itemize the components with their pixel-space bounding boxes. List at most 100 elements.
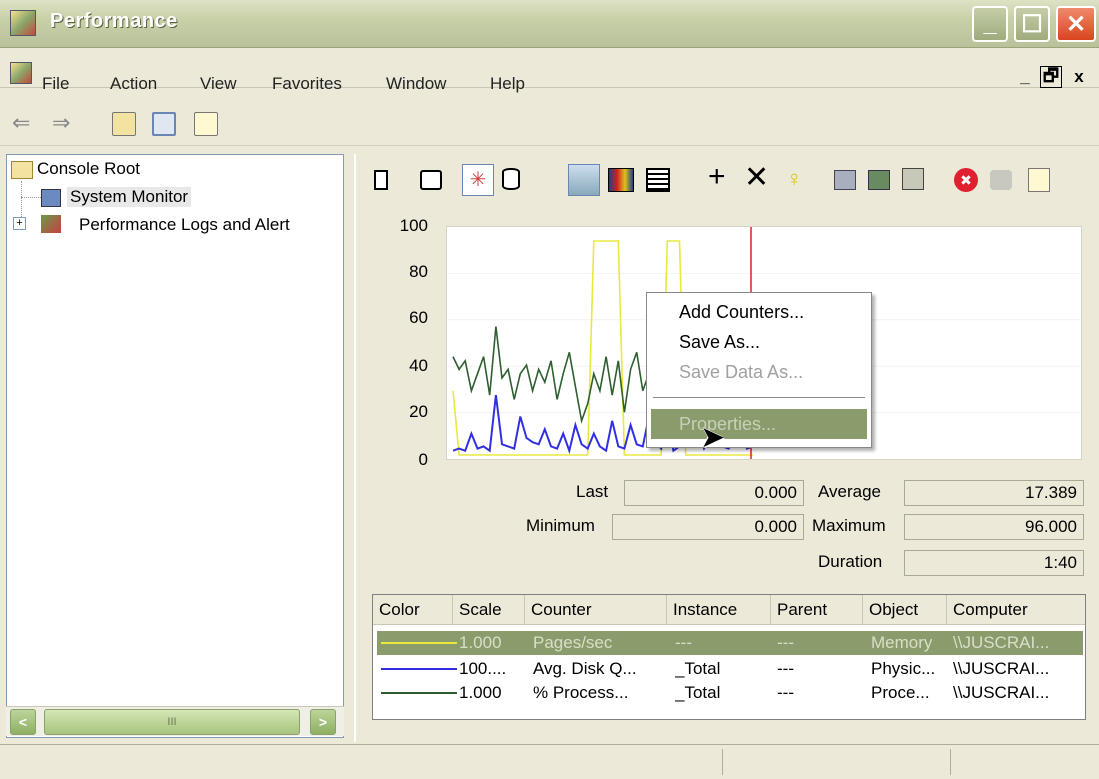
legend-object: Physic...: [871, 659, 936, 678]
freeze-display-icon[interactable]: ✖: [954, 168, 978, 192]
color-swatch: [381, 642, 457, 644]
legend-counter: Avg. Disk Q...: [533, 659, 637, 678]
forward-arrow-icon[interactable]: ⇒: [52, 110, 70, 136]
legend-row[interactable]: 1.000 % Process... _Total --- Proce... \…: [377, 681, 1083, 705]
tree-horizontal-scrollbar[interactable]: < III >: [6, 706, 344, 736]
highlight-icon[interactable]: ♀: [786, 166, 803, 192]
back-arrow-icon[interactable]: ⇐: [12, 110, 30, 136]
help-icon[interactable]: [1028, 168, 1050, 192]
legend-scale: 1.000: [459, 633, 502, 652]
new-counter-set-icon[interactable]: [374, 170, 388, 190]
mdi-minimize-button[interactable]: _: [1014, 66, 1036, 88]
menu-file[interactable]: File: [42, 74, 69, 94]
legend-header-parent[interactable]: Parent: [771, 595, 863, 625]
mdi-close-button[interactable]: x: [1068, 66, 1090, 88]
performance-app-icon[interactable]: [10, 10, 36, 36]
maximize-button[interactable]: ☐: [1014, 6, 1050, 42]
legend-header-color[interactable]: Color: [373, 595, 453, 625]
update-data-icon[interactable]: [990, 170, 1012, 190]
clear-display-icon[interactable]: [420, 170, 442, 190]
close-icon: ✕: [1065, 10, 1087, 38]
menu-properties[interactable]: Properties...: [651, 409, 867, 439]
tree-system-monitor[interactable]: System Monitor: [67, 187, 192, 207]
legend-header-computer[interactable]: Computer: [947, 595, 1085, 625]
legend-parent: ---: [777, 659, 794, 678]
average-label: Average: [818, 482, 882, 501]
menu-save-as[interactable]: Save As...: [651, 327, 867, 357]
menu-bar: [0, 48, 1099, 88]
legend-row[interactable]: 1.000 Pages/sec --- --- Memory \\JUSCRAI…: [377, 631, 1083, 655]
minimum-label: Minimum: [526, 516, 595, 535]
scroll-left-icon[interactable]: <: [10, 709, 36, 735]
view-histogram-icon[interactable]: [608, 168, 634, 192]
view-report-icon[interactable]: [646, 168, 670, 192]
maximize-icon: ☐: [1021, 10, 1043, 38]
duration-label: Duration: [818, 552, 883, 571]
window-title: Performance: [50, 10, 178, 32]
show-hide-tree-icon[interactable]: [152, 112, 176, 136]
tree-performance-logs[interactable]: Performance Logs and Alert: [79, 215, 290, 235]
legend-header-counter[interactable]: Counter: [525, 595, 667, 625]
mdi-restore-button[interactable]: 🗗: [1040, 66, 1062, 88]
menu-separator: [653, 397, 865, 398]
minimum-value: 0.000: [612, 514, 804, 540]
menu-view[interactable]: View: [200, 74, 237, 94]
performance-logs-icon: [41, 215, 61, 233]
properties-icon[interactable]: [902, 168, 924, 190]
legend-computer: \\JUSCRAI...: [953, 659, 1050, 678]
minimize-button[interactable]: _: [972, 6, 1008, 42]
status-bar: [0, 744, 1099, 779]
help-icon[interactable]: [194, 112, 218, 136]
legend-counter: Pages/sec: [533, 633, 613, 652]
last-value: 0.000: [624, 480, 804, 506]
console-tree: Console Root System Monitor + Performanc…: [6, 154, 344, 738]
y-tick-label: 0: [418, 450, 428, 469]
menu-action[interactable]: Action: [110, 74, 157, 94]
view-log-data-icon[interactable]: [502, 168, 520, 190]
add-icon[interactable]: +: [708, 160, 726, 194]
view-graph-icon[interactable]: [568, 164, 600, 196]
color-swatch: [381, 668, 457, 670]
folder-icon: [11, 161, 33, 179]
tree-console-root[interactable]: Console Root: [37, 159, 140, 179]
menu-window[interactable]: Window: [386, 74, 446, 94]
legend-scale: 1.000: [459, 683, 502, 702]
average-value: 17.389: [904, 480, 1084, 506]
legend-header-object[interactable]: Object: [863, 595, 947, 625]
y-tick-label: 80: [409, 262, 428, 281]
y-tick-label: 60: [409, 308, 428, 327]
view-current-activity-icon[interactable]: ✳: [462, 164, 494, 196]
menu-add-counters[interactable]: Add Counters...: [651, 297, 867, 327]
y-tick-label: 40: [409, 356, 428, 375]
tree-line: [21, 197, 41, 198]
menu-save-data-as[interactable]: Save Data As...: [651, 357, 867, 387]
menu-help[interactable]: Help: [490, 74, 525, 94]
legend-computer: \\JUSCRAI...: [953, 683, 1050, 702]
expand-plus-icon[interactable]: +: [13, 217, 26, 230]
y-tick-label: 20: [409, 402, 428, 421]
title-bar: Performance _ ☐ ✕: [0, 0, 1099, 48]
context-menu: Add Counters... Save As... Save Data As.…: [646, 292, 872, 448]
mouse-cursor-icon: ➤: [700, 421, 726, 454]
menu-favorites[interactable]: Favorites: [272, 74, 342, 94]
legend-header-scale[interactable]: Scale: [453, 595, 525, 625]
legend-computer: \\JUSCRAI...: [953, 633, 1050, 652]
up-folder-icon[interactable]: [112, 112, 136, 136]
console-icon[interactable]: [10, 62, 32, 84]
legend-object: Memory: [871, 633, 933, 652]
delete-icon[interactable]: ✕: [744, 160, 769, 195]
scrollbar-thumb[interactable]: III: [44, 709, 300, 735]
minimize-icon: _: [983, 10, 997, 37]
status-divider: [722, 749, 723, 775]
counter-legend: Color Scale Counter Instance Parent Obje…: [372, 594, 1086, 720]
system-monitor-icon: [41, 189, 61, 207]
status-divider: [950, 749, 951, 775]
close-button[interactable]: ✕: [1056, 6, 1096, 42]
copy-properties-icon[interactable]: [834, 170, 856, 190]
paste-counter-list-icon[interactable]: [868, 170, 890, 190]
legend-row[interactable]: 100.... Avg. Disk Q... _Total --- Physic…: [377, 657, 1083, 681]
maximum-value: 96.000: [904, 514, 1084, 540]
legend-scale: 100....: [459, 659, 507, 678]
scroll-right-icon[interactable]: >: [310, 709, 336, 735]
legend-header-instance[interactable]: Instance: [667, 595, 771, 625]
